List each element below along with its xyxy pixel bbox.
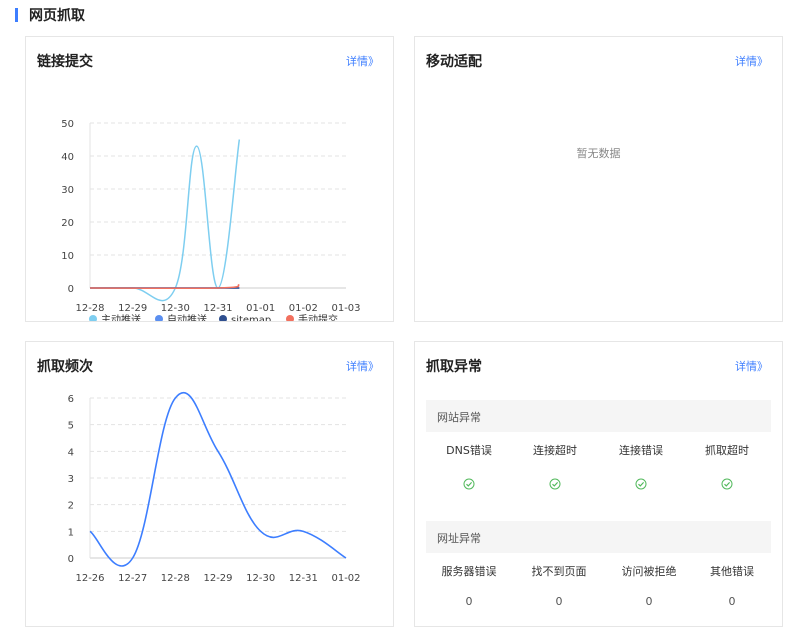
- detail-link[interactable]: 详情》: [735, 358, 768, 374]
- card-title: 抓取异常: [426, 359, 482, 375]
- y-tick-label: 5: [68, 421, 74, 432]
- legend-label: 主动推送: [101, 313, 141, 321]
- section-title: 网页抓取: [29, 8, 85, 24]
- legend-marker: [155, 315, 163, 321]
- y-tick-label: 2: [68, 501, 74, 512]
- y-tick-label: 40: [61, 152, 74, 163]
- series-line: [89, 391, 347, 567]
- detail-link[interactable]: 详情》: [346, 53, 379, 69]
- detail-link[interactable]: 详情》: [346, 358, 379, 374]
- card-title: 抓取频次: [37, 359, 93, 375]
- x-tick-label: 01-01: [246, 303, 275, 314]
- check-circle-icon: [598, 475, 684, 494]
- url-error-label: 访问被拒绝: [621, 565, 677, 578]
- legend-label: 手动提交: [298, 313, 338, 321]
- y-tick-label: 1: [68, 527, 74, 538]
- y-tick-label: 0: [68, 554, 74, 565]
- card-title: 链接提交: [37, 54, 93, 70]
- empty-state-text: 暂无数据: [576, 147, 621, 160]
- series-line: [90, 139, 241, 302]
- x-tick-label: 12-28: [161, 573, 190, 584]
- x-tick-label: 12-30: [246, 573, 275, 584]
- link-submit-chart: 0 10 20 30 40 50 12-28 12-29 12-30 12-31 01-01 01-0…: [61, 119, 361, 321]
- url-error-count: 0: [645, 595, 653, 608]
- x-tick-label: 01-02: [331, 573, 360, 584]
- x-tick-label: 12-27: [118, 573, 147, 584]
- x-tick-label: 12-30: [161, 303, 190, 314]
- x-tick-label: 01-02: [289, 303, 318, 314]
- y-tick-label: 50: [61, 119, 74, 130]
- x-tick-label: 12-31: [203, 303, 232, 314]
- y-tick-label: 6: [68, 394, 74, 405]
- url-error-label: 服务器错误: [441, 565, 497, 578]
- section-accent-bar: [15, 8, 18, 22]
- site-error-label: DNS错误: [446, 444, 492, 457]
- legend-marker: [219, 315, 227, 321]
- url-error-header-label: 网址异常: [437, 532, 481, 545]
- url-error-header: 网址异常: [426, 521, 771, 553]
- site-error-label: 连接超时: [533, 444, 577, 457]
- x-tick-label: 01-03: [331, 303, 360, 314]
- legend-marker: [89, 315, 97, 321]
- site-error-header-label: 网站异常: [437, 411, 481, 424]
- url-error-label: 找不到页面: [531, 565, 587, 578]
- site-error-header: 网站异常: [426, 400, 771, 432]
- check-circle-icon: [512, 475, 598, 494]
- crawl-frequency-card: 抓取频次 详情》 0 1 2 3 4 5 6 12-26 12-27 12-28 12-29 12-3…: [25, 341, 394, 627]
- y-tick-label: 20: [61, 218, 74, 229]
- url-error-count: 0: [465, 595, 473, 608]
- x-tick-label: 12-26: [75, 573, 104, 584]
- url-error-count: 0: [555, 595, 563, 608]
- y-tick-label: 3: [68, 474, 74, 485]
- x-tick-label: 12-28: [75, 303, 104, 314]
- x-tick-label: 12-29: [203, 573, 232, 584]
- y-tick-label: 30: [61, 185, 74, 196]
- site-error-label: 抓取超时: [705, 444, 749, 457]
- check-circle-icon: [684, 475, 770, 494]
- y-tick-label: 4: [68, 447, 74, 458]
- legend-label: 自动推送: [167, 313, 207, 321]
- mobile-adapt-card: 移动适配 详情》 暂无数据: [414, 36, 783, 322]
- legend-marker: [286, 315, 294, 321]
- link-submit-card: 链接提交 详情》 0 10 20 30 40 50 12-28 12-29 12-30 12-31…: [25, 36, 394, 322]
- crawl-frequency-chart: 0 1 2 3 4 5 6 12-26 12-27 12-28 12-29 12-30 12-31 01-…: [68, 391, 361, 584]
- x-tick-label: 12-29: [118, 303, 147, 314]
- check-circle-icon: [426, 475, 512, 494]
- url-error-label: 其他错误: [710, 565, 754, 578]
- site-error-label: 连接错误: [619, 444, 663, 457]
- card-title: 移动适配: [426, 54, 482, 70]
- detail-link[interactable]: 详情》: [735, 53, 768, 69]
- x-tick-label: 12-31: [289, 573, 318, 584]
- crawl-error-card: 抓取异常 详情》 网站异常 DNS错误 连接超时 连接错误 抓取超时 网址异常 …: [414, 341, 783, 627]
- y-tick-label: 10: [61, 251, 74, 262]
- y-tick-label: 0: [68, 284, 74, 295]
- legend-label: sitemap: [231, 315, 271, 321]
- url-error-count: 0: [728, 595, 736, 608]
